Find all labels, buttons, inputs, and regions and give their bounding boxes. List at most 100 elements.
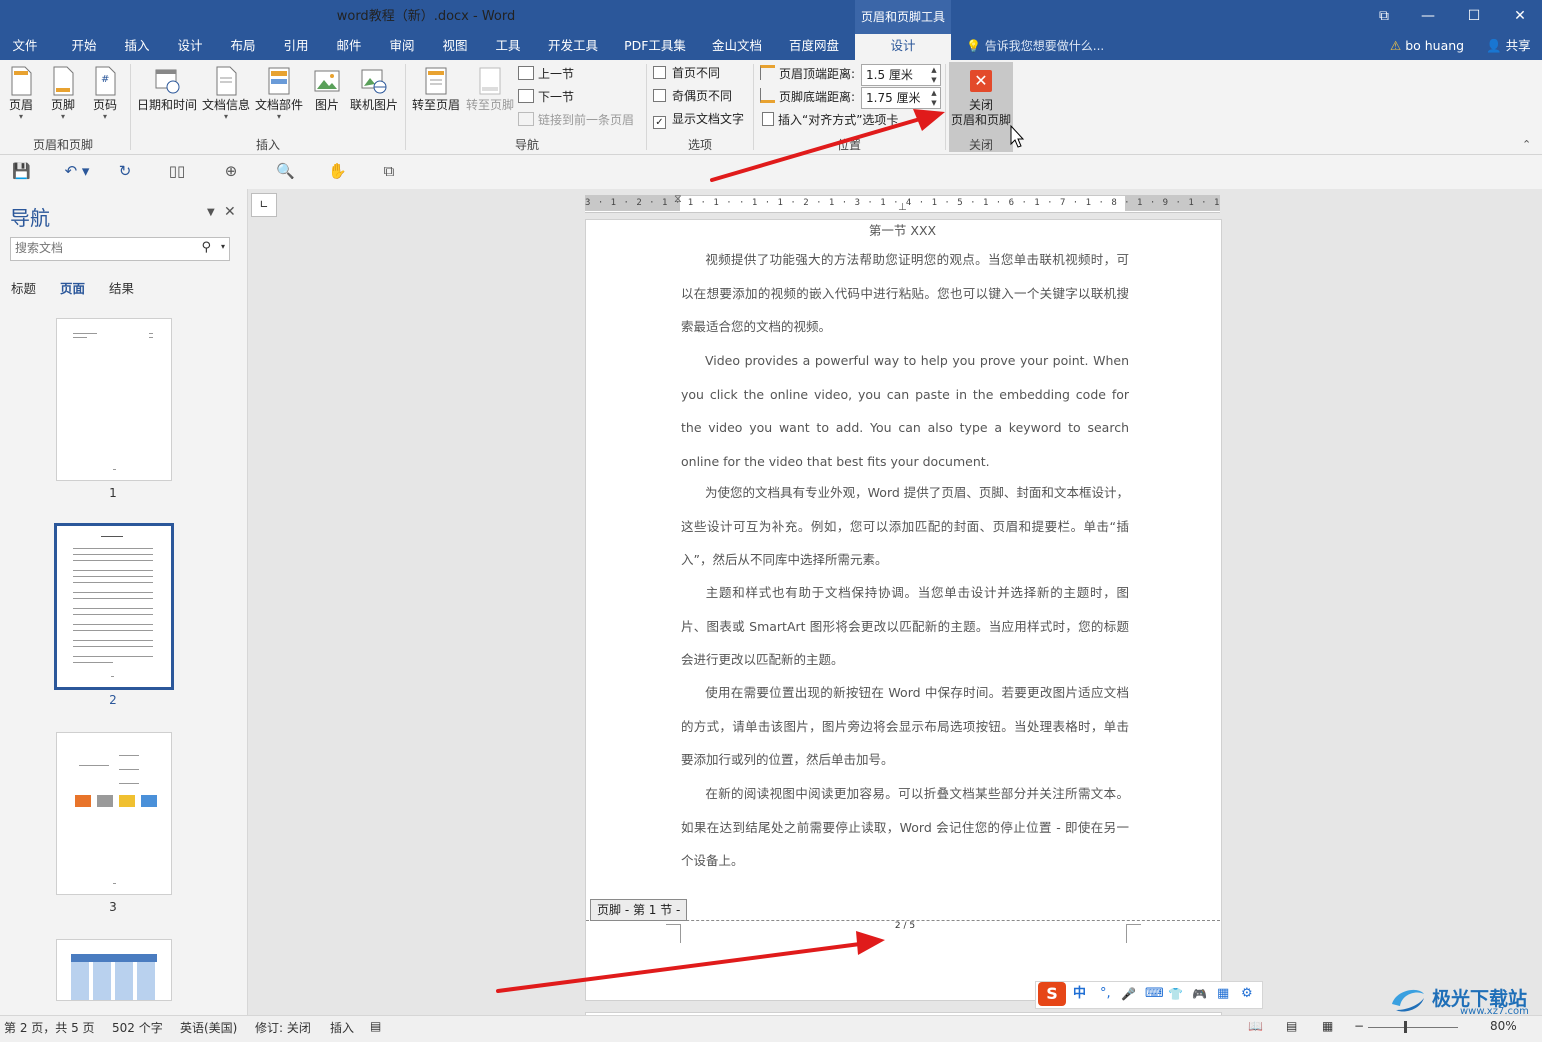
header-from-top-spinner[interactable]: 1.5 厘米 ▲ ▼ (861, 64, 941, 86)
footer-page-number[interactable]: 2 / 5 (880, 921, 930, 931)
goto-header-button[interactable]: 转至页眉 (410, 64, 462, 134)
microphone-icon[interactable]: 🎤 (1121, 983, 1136, 1005)
undo-icon[interactable]: ↶ ▾ (60, 163, 94, 179)
zoom-slider-thumb[interactable] (1404, 1021, 1407, 1033)
touch-mode-icon[interactable]: ✋ (328, 163, 347, 179)
page-thumbnail[interactable] (56, 732, 172, 895)
tab-design-doc[interactable]: 设计 (170, 34, 210, 60)
picture-button[interactable]: 图片 (310, 64, 344, 134)
nav-search-box[interactable]: ⚲ ▾ (10, 237, 230, 261)
date-time-button[interactable]: 日期和时间 (136, 64, 198, 134)
body-paragraph[interactable]: 为使您的文档具有专业外观，Word 提供了页眉、页脚、封面和文本框设计，这些设计… (681, 476, 1129, 577)
page-thumbnail[interactable] (56, 939, 172, 1001)
user-name[interactable]: bo huang (1405, 38, 1464, 53)
tab-view[interactable]: 视图 (435, 34, 475, 60)
tab-baidu-netdisk[interactable]: 百度网盘 (782, 34, 846, 60)
body-paragraph[interactable]: 使用在需要位置出现的新按钮在 Word 中保存时间。若要更改图片适应文档的方式，… (681, 676, 1129, 777)
header-icon (11, 66, 32, 96)
redo-icon[interactable]: ↻ (116, 163, 134, 179)
status-zoom-level[interactable]: 80% (1490, 1019, 1517, 1033)
indent-marker-icon[interactable]: ⧖ (674, 192, 682, 206)
spinner-arrows-icon[interactable]: ▲ ▼ (928, 88, 940, 108)
share-button[interactable]: 共享 (1506, 38, 1531, 53)
macro-record-icon[interactable]: ▤ (370, 1019, 381, 1033)
different-odd-even-checkbox[interactable]: 奇偶页不同 (653, 86, 732, 106)
nav-tab-pages[interactable]: 页面 (60, 278, 85, 297)
maximize-button[interactable]: ☐ (1462, 6, 1486, 26)
ime-chinese-mode[interactable]: 中 (1073, 983, 1086, 1005)
nav-tab-results[interactable]: 结果 (109, 278, 134, 297)
columns-icon[interactable]: ▯▯ (168, 163, 186, 179)
ime-settings-icon[interactable]: ⚙ (1241, 983, 1253, 1005)
read-mode-icon[interactable]: 📖 (1248, 1019, 1263, 1033)
document-info-button[interactable]: 文档信息 ▾ (201, 64, 251, 134)
status-page-count[interactable]: 第 2 页，共 5 页 (4, 1019, 95, 1036)
tab-stop-marker-icon[interactable]: ⊥ (898, 202, 907, 213)
zoom-slider[interactable] (1368, 1027, 1458, 1028)
search-icon[interactable]: ⚲ (201, 240, 211, 255)
tell-me-search[interactable]: 💡 告诉我您想要做什么... (966, 34, 1104, 60)
picture-icon (314, 70, 340, 92)
spinner-arrows-icon[interactable]: ▲ ▼ (928, 65, 940, 85)
skin-icon[interactable]: 👕 (1168, 983, 1183, 1005)
tab-insert[interactable]: 插入 (117, 34, 157, 60)
tab-mailings[interactable]: 邮件 (329, 34, 369, 60)
close-pane-icon[interactable]: ✕ (224, 204, 236, 220)
print-preview-icon[interactable]: 🔍 (276, 163, 295, 179)
game-icon[interactable]: 🎮 (1192, 983, 1207, 1005)
collapse-ribbon-icon[interactable]: ⌃ (1522, 138, 1531, 151)
footer-button[interactable]: 页脚 ▾ (46, 64, 80, 134)
customize-icon[interactable]: ⧉ (380, 163, 398, 179)
tab-tools[interactable]: 工具 (488, 34, 528, 60)
tab-file[interactable]: 文件 (4, 34, 46, 60)
body-paragraph[interactable]: 在新的阅读视图中阅读更加容易。可以折叠文档某些部分并关注所需文本。如果在达到结尾… (681, 777, 1129, 878)
quick-parts-button[interactable]: 文档部件 ▾ (254, 64, 304, 134)
tab-pdf-tools[interactable]: PDF工具集 (620, 34, 690, 60)
ime-punctuation-icon[interactable]: °, (1100, 983, 1111, 1005)
chevron-down-icon[interactable]: ▾ (221, 242, 225, 251)
keyboard-icon[interactable]: ⌨ (1145, 983, 1164, 1005)
show-document-text-checkbox[interactable]: ✓ 显示文档文字 (653, 109, 744, 129)
tab-review[interactable]: 审阅 (382, 34, 422, 60)
status-insert-mode[interactable]: 插入 (330, 1019, 354, 1036)
body-paragraph[interactable]: 视频提供了功能强大的方法帮助您证明您的观点。当您单击联机视频时，可以在想要添加的… (681, 243, 1129, 344)
tab-home[interactable]: 开始 (64, 34, 104, 60)
different-first-page-checkbox[interactable]: 首页不同 (653, 63, 720, 83)
goto-footer-button[interactable]: 转至页脚 (464, 64, 516, 134)
close-window-button[interactable]: ✕ (1508, 6, 1532, 26)
footer-from-bottom-spinner[interactable]: 1.75 厘米 ▲ ▼ (861, 87, 941, 109)
page-number-button[interactable]: # 页码 ▾ (88, 64, 122, 134)
insert-alignment-tab-button[interactable]: 插入“对齐方式”选项卡 (762, 110, 898, 130)
body-paragraph[interactable]: Video provides a powerful way to help yo… (681, 344, 1129, 478)
pane-options-icon[interactable]: ▼ (207, 207, 215, 218)
previous-section-button[interactable]: 上一节 (518, 64, 574, 84)
tab-layout[interactable]: 布局 (223, 34, 263, 60)
web-layout-view-icon[interactable]: ▦ (1322, 1019, 1333, 1033)
tab-selector-icon[interactable]: ∟ (251, 193, 277, 217)
restore-ribbon-button[interactable]: ⧉ (1372, 6, 1396, 26)
tab-references[interactable]: 引用 (276, 34, 316, 60)
header-button[interactable]: 页眉 ▾ (4, 64, 38, 134)
tab-kingsoft-docs[interactable]: 金山文档 (706, 34, 768, 60)
nav-tab-headings[interactable]: 标题 (11, 278, 36, 297)
toolbox-icon[interactable]: ▦ (1217, 983, 1229, 1005)
footer-corner-mark (666, 924, 681, 943)
web-layout-icon[interactable]: ⊕ (222, 163, 240, 179)
sogou-logo-icon[interactable]: S (1038, 982, 1066, 1006)
status-word-count[interactable]: 502 个字 (112, 1019, 163, 1036)
link-to-previous-button[interactable]: 链接到前一条页眉 (518, 110, 634, 130)
zoom-out-icon[interactable]: − (1354, 1019, 1364, 1033)
tab-developer[interactable]: 开发工具 (541, 34, 605, 60)
page-thumbnail-selected[interactable] (54, 523, 174, 690)
nav-search-input[interactable] (11, 238, 199, 258)
tab-header-footer-design[interactable]: 设计 (855, 34, 951, 60)
page-thumbnail[interactable] (56, 318, 172, 481)
next-section-button[interactable]: 下一节 (518, 87, 574, 107)
minimize-button[interactable]: — (1416, 6, 1440, 26)
status-language[interactable]: 英语(美国) (180, 1019, 237, 1036)
print-layout-icon[interactable]: ▤ (1286, 1019, 1297, 1033)
online-picture-button[interactable]: 联机图片 (348, 64, 400, 134)
status-track-changes[interactable]: 修订: 关闭 (255, 1019, 311, 1036)
save-icon[interactable]: 💾 (12, 163, 31, 179)
body-paragraph[interactable]: 主题和样式也有助于文档保持协调。当您单击设计并选择新的主题时，图片、图表或 Sm… (681, 576, 1129, 677)
